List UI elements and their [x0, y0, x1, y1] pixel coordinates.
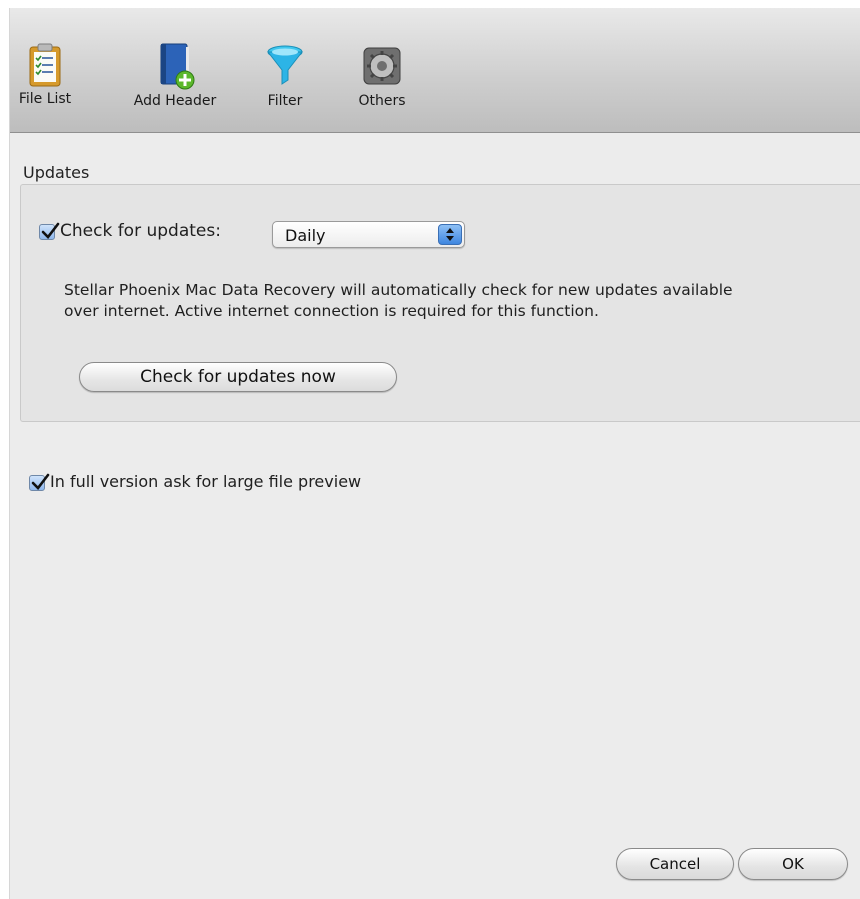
checkmark-icon [41, 222, 60, 239]
check-for-updates-now-button[interactable]: Check for updates now [79, 362, 397, 392]
toolbar-item-others[interactable]: Others [350, 42, 414, 109]
toolbar: File List Add Header Filter Others [10, 8, 860, 133]
preferences-window: File List Add Header Filter Others Updat… [10, 8, 860, 899]
toolbar-item-label: Add Header [133, 93, 217, 109]
ok-button[interactable]: OK [738, 848, 848, 880]
toolbar-item-label: Others [358, 93, 406, 109]
book-add-icon [160, 43, 195, 90]
updates-description-line2: over internet. Active internet connectio… [64, 302, 599, 320]
funnel-icon [266, 45, 304, 85]
cancel-button[interactable]: Cancel [616, 848, 734, 880]
gears-icon [363, 47, 401, 85]
clipboard-list-icon [29, 43, 61, 87]
check-for-updates-checkbox[interactable] [39, 222, 60, 240]
toolbar-item-file-list[interactable]: File List [12, 42, 78, 107]
update-frequency-select[interactable]: Daily [272, 221, 465, 248]
check-for-updates-label: Check for updates: [60, 221, 221, 241]
toolbar-item-label: File List [18, 91, 72, 107]
toolbar-item-filter[interactable]: Filter [260, 42, 310, 109]
update-frequency-value: Daily [285, 226, 326, 245]
checkmark-icon [31, 473, 50, 490]
updates-description-line1: Stellar Phoenix Mac Data Recovery will a… [64, 281, 733, 299]
large-file-preview-label: In full version ask for large file previ… [50, 472, 362, 491]
toolbar-item-add-header[interactable]: Add Header [128, 42, 222, 109]
updates-description: Stellar Phoenix Mac Data Recovery will a… [64, 280, 860, 322]
toolbar-item-label: Filter [267, 93, 303, 109]
updates-section-title: Updates [23, 163, 90, 182]
large-file-preview-checkbox[interactable] [29, 473, 50, 491]
select-arrows-icon [438, 224, 462, 245]
